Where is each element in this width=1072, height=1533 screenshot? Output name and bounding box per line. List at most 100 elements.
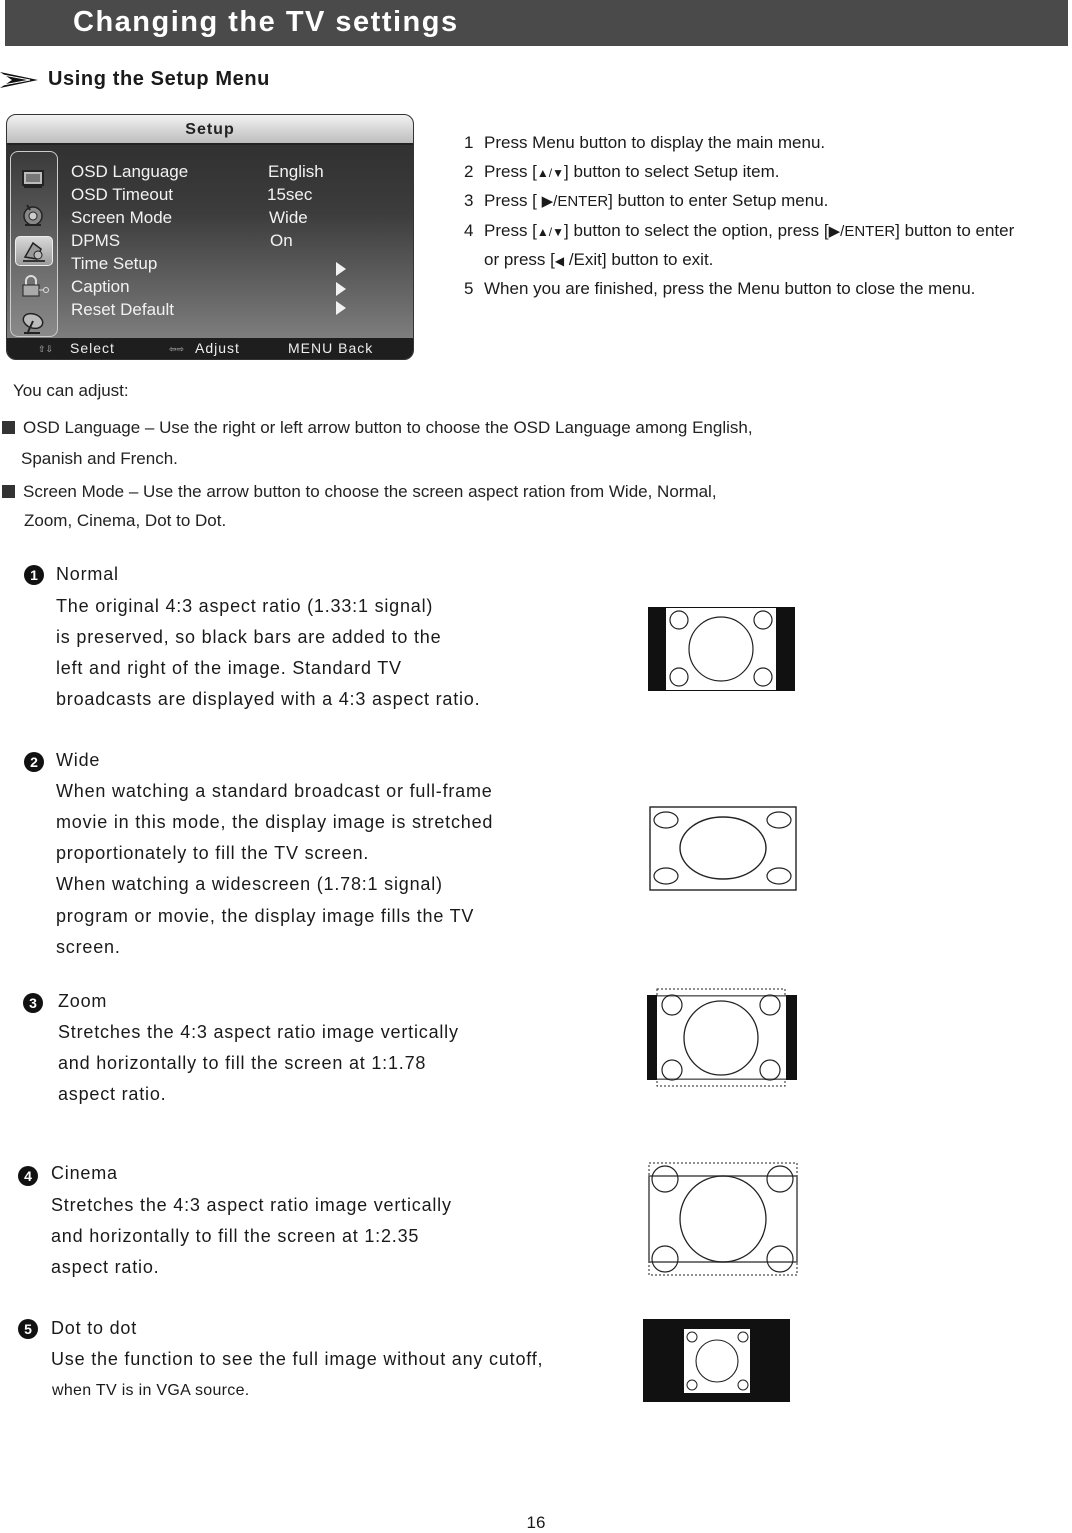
mode-description: When watching a widescreen (1.78:1 signa… [56, 874, 443, 894]
normal-aspect-diagram [648, 607, 795, 691]
adjust-item-text: OSD Language – Use the right or left arr… [23, 418, 753, 437]
step-item: 4 Press [▲/▼] button to select the option… [464, 221, 1014, 241]
step-item: 3 Press [ ▶/ENTER] button to enter Setup … [464, 191, 828, 211]
osd-menu-title: Setup [185, 121, 235, 138]
number-badge-icon: 5 [18, 1319, 38, 1339]
step-text: Press [ [484, 162, 537, 181]
mode-title: Normal [56, 564, 119, 584]
mode-description: Use the function to see the full image w… [51, 1349, 544, 1369]
mode-description: aspect ratio. [58, 1084, 167, 1104]
step-text: Press Menu button to display the main me… [484, 133, 826, 152]
step-item: or press [◀ /Exit] button to exit. [464, 250, 713, 270]
mode-description: is preserved, so black bars are added to… [56, 627, 442, 647]
submenu-arrow-icon [336, 301, 346, 315]
footer-back-label: MENU Back [288, 340, 374, 356]
step-number: 5 [464, 279, 474, 298]
osd-item-value[interactable]: 15sec [267, 185, 312, 205]
adjust-item-text: Screen Mode – Use the arrow button to ch… [23, 482, 717, 501]
step-text: ] button to select the option, press [ [564, 221, 829, 240]
step-text: /Exit] button to exit. [564, 250, 714, 269]
step-text: ] button to select Setup item. [564, 162, 780, 181]
square-bullet-icon [2, 421, 15, 434]
section-title: Using the Setup Menu [48, 68, 270, 90]
osd-item-value[interactable]: Wide [269, 208, 308, 228]
step-text: ] button to enter [895, 221, 1015, 240]
osd-menu-footer: ⇧⇩ Select ⇦⇨ Adjust MENU Back [7, 338, 413, 359]
step-number: 2 [464, 162, 474, 181]
mode-description: Stretches the 4:3 aspect ratio image ver… [58, 1022, 459, 1042]
page-number: 16 [526, 1513, 546, 1532]
up-down-arrows-icon: ⇧⇩ [38, 344, 54, 354]
zoom-aspect-diagram [647, 988, 797, 1087]
mode-description: left and right of the image. Standard TV [56, 658, 402, 678]
osd-item-label[interactable]: Reset Default [71, 300, 174, 320]
osd-item-label[interactable]: Caption [71, 277, 130, 297]
osd-item-value[interactable]: English [268, 162, 324, 182]
submenu-arrow-icon [336, 262, 346, 276]
adjust-item-text: Zoom, Cinema, Dot to Dot. [24, 511, 227, 530]
lock-icon[interactable] [20, 274, 49, 300]
mode-description: Stretches the 4:3 aspect ratio image ver… [51, 1195, 452, 1215]
arrow-pointer-icon [0, 72, 38, 88]
right-enter-button-icon: ▶/ENTER [541, 193, 609, 210]
step-item: 2 Press [▲/▼] button to select Setup item… [464, 162, 779, 182]
mode-description: when TV is in VGA source. [52, 1382, 250, 1399]
osd-item-label[interactable]: OSD Timeout [71, 185, 173, 205]
up-down-button-icon: ▲/▼ [536, 225, 564, 239]
step-number: 4 [464, 221, 474, 240]
number-badge-icon: 2 [24, 752, 44, 772]
step-text: When you are finished, press the Menu bu… [484, 279, 976, 298]
mode-description: When watching a standard broadcast or fu… [56, 781, 493, 801]
adjust-item-screen-mode: Screen Mode – Use the arrow button to ch… [2, 482, 717, 502]
mode-title: Zoom [58, 991, 108, 1011]
footer-adjust-label: Adjust [195, 340, 240, 356]
adjust-item-text: Spanish and French. [21, 449, 178, 468]
osd-item-value[interactable]: On [270, 231, 293, 251]
mode-title: Wide [56, 750, 101, 770]
mode-description: broadcasts are displayed with a 4:3 aspe… [56, 689, 481, 709]
mode-description: and horizontally to fill the screen at 1… [58, 1053, 427, 1073]
setup-icon[interactable] [15, 236, 53, 266]
osd-menu-header: Setup [7, 115, 413, 145]
right-enter-button-icon: ▶/ENTER [828, 223, 896, 240]
up-down-button-icon: ▲/▼ [536, 166, 564, 180]
mode-description: The original 4:3 aspect ratio (1.33:1 si… [56, 596, 434, 616]
osd-item-label[interactable]: Time Setup [71, 254, 157, 274]
step-text: Press [ [484, 191, 542, 210]
step-text: or press [ [484, 250, 555, 269]
number-badge-icon: 1 [24, 565, 44, 585]
step-number: 3 [464, 191, 474, 210]
mode-description: movie in this mode, the display image is… [56, 812, 494, 832]
step-text: Press [ [484, 221, 537, 240]
left-exit-button-icon: ◀ [554, 254, 565, 268]
osd-item-label[interactable]: Screen Mode [71, 208, 172, 228]
page-title: Changing the TV settings [73, 6, 459, 38]
number-badge-icon: 3 [23, 993, 43, 1013]
page-title-bar: Changing the TV settings [5, 0, 1068, 46]
step-item: 1 Press Menu button to display the main m… [464, 133, 825, 153]
step-item: 5 When you are finished, press the Menu b… [464, 279, 975, 299]
step-text: ] button to enter Setup menu. [608, 191, 829, 210]
audio-icon[interactable] [20, 202, 46, 228]
number-badge-icon: 4 [18, 1166, 38, 1186]
mode-description: screen. [56, 937, 121, 957]
mode-description: aspect ratio. [51, 1257, 160, 1277]
submenu-arrow-icon [336, 282, 346, 296]
channel-dish-icon[interactable] [20, 310, 46, 336]
osd-setup-menu: Setup OSD Language English OSD Timeout 1… [6, 114, 414, 360]
osd-category-sidebar [10, 151, 58, 337]
mode-description: program or movie, the display image fill… [56, 906, 475, 926]
mode-description: and horizontally to fill the screen at 1… [51, 1226, 420, 1246]
left-right-arrows-icon: ⇦⇨ [169, 344, 185, 354]
mode-title: Cinema [51, 1163, 118, 1183]
osd-item-label[interactable]: DPMS [71, 231, 120, 251]
step-number: 1 [464, 133, 474, 152]
square-bullet-icon [2, 485, 15, 498]
mode-title: Dot to dot [51, 1318, 138, 1338]
cinema-aspect-diagram [648, 1162, 798, 1276]
osd-item-label[interactable]: OSD Language [71, 162, 188, 182]
picture-icon[interactable] [20, 166, 46, 192]
adjust-intro: You can adjust: [13, 381, 129, 400]
dot-to-dot-aspect-diagram [643, 1319, 790, 1402]
wide-aspect-diagram [649, 806, 797, 891]
